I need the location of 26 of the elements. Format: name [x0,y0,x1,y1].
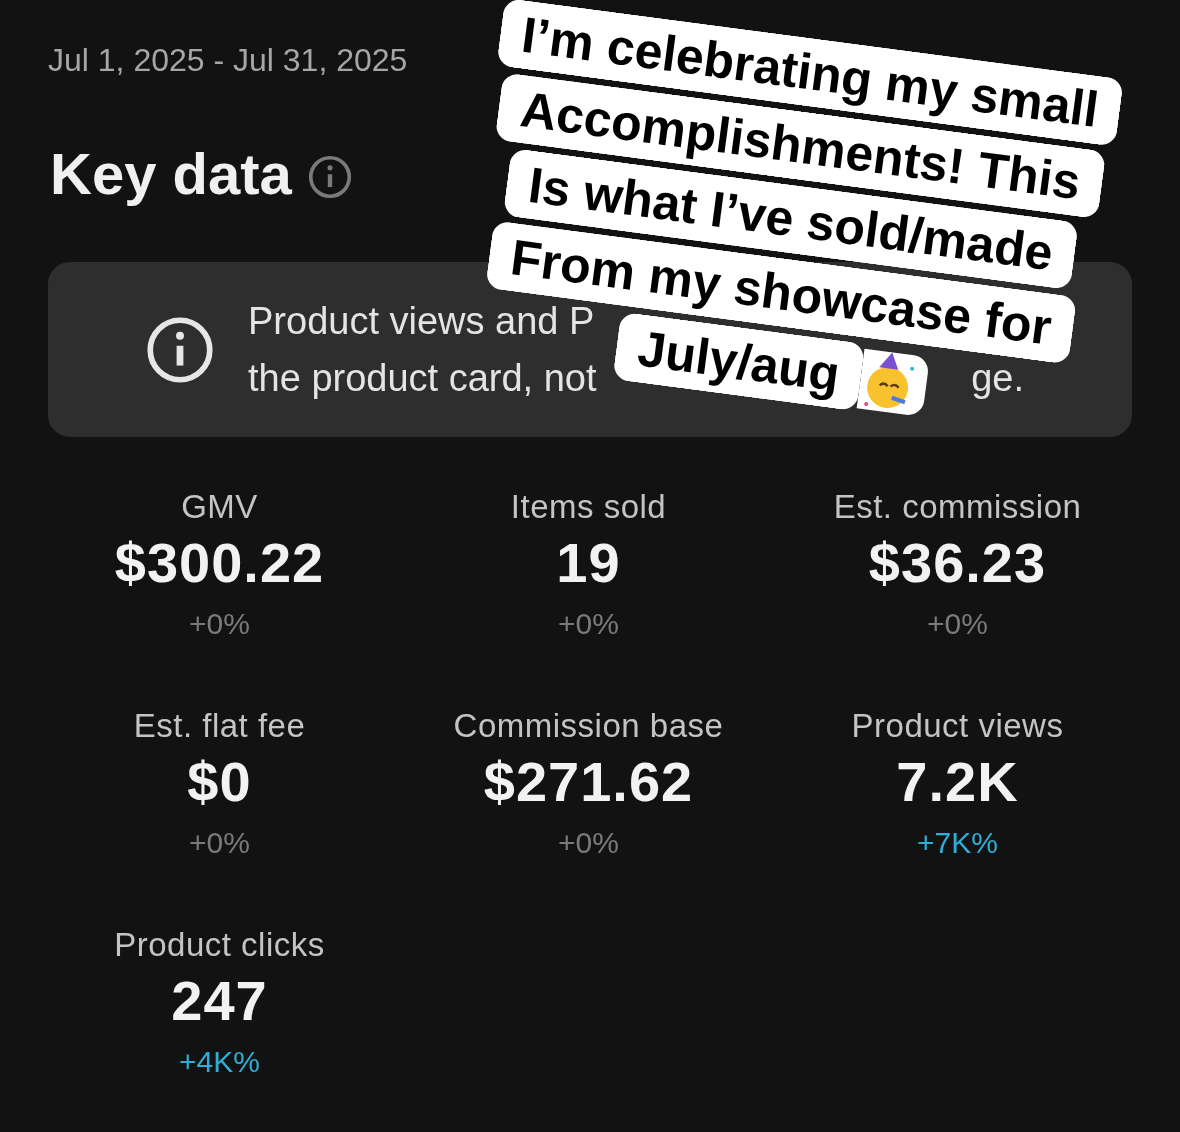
metric-value: $36.23 [868,530,1047,595]
notice-text: ge. [971,356,1024,400]
metric-change: +0% [927,607,988,641]
date-range[interactable]: Jul 1, 2025 - Jul 31, 2025 [48,42,408,79]
section-title: Key data [50,140,292,207]
metric-label: Product views [851,707,1064,745]
metric-change: +0% [189,607,250,641]
metric-value: 7.2K [896,749,1019,814]
metric-label: Items sold [510,488,667,526]
info-icon[interactable] [307,154,352,199]
metric-value: 247 [171,968,268,1033]
metric-value: $0 [187,749,252,814]
metric-change: +0% [558,607,619,641]
metric-change: +4K% [179,1045,260,1079]
metric-label: Est. flat fee [133,707,306,745]
info-icon [146,315,214,384]
metric-label: GMV [181,488,258,526]
metric-label: Product clicks [114,926,325,964]
metric-change: +7K% [917,826,998,860]
metric-change: +0% [189,826,250,860]
metric-value: $300.22 [114,530,325,595]
metric-value: 19 [556,530,621,595]
metric-label: Commission base [453,707,724,745]
metric-change: +0% [558,826,619,860]
metric-value: $271.62 [483,749,694,814]
metric-label: Est. commission [833,488,1082,526]
